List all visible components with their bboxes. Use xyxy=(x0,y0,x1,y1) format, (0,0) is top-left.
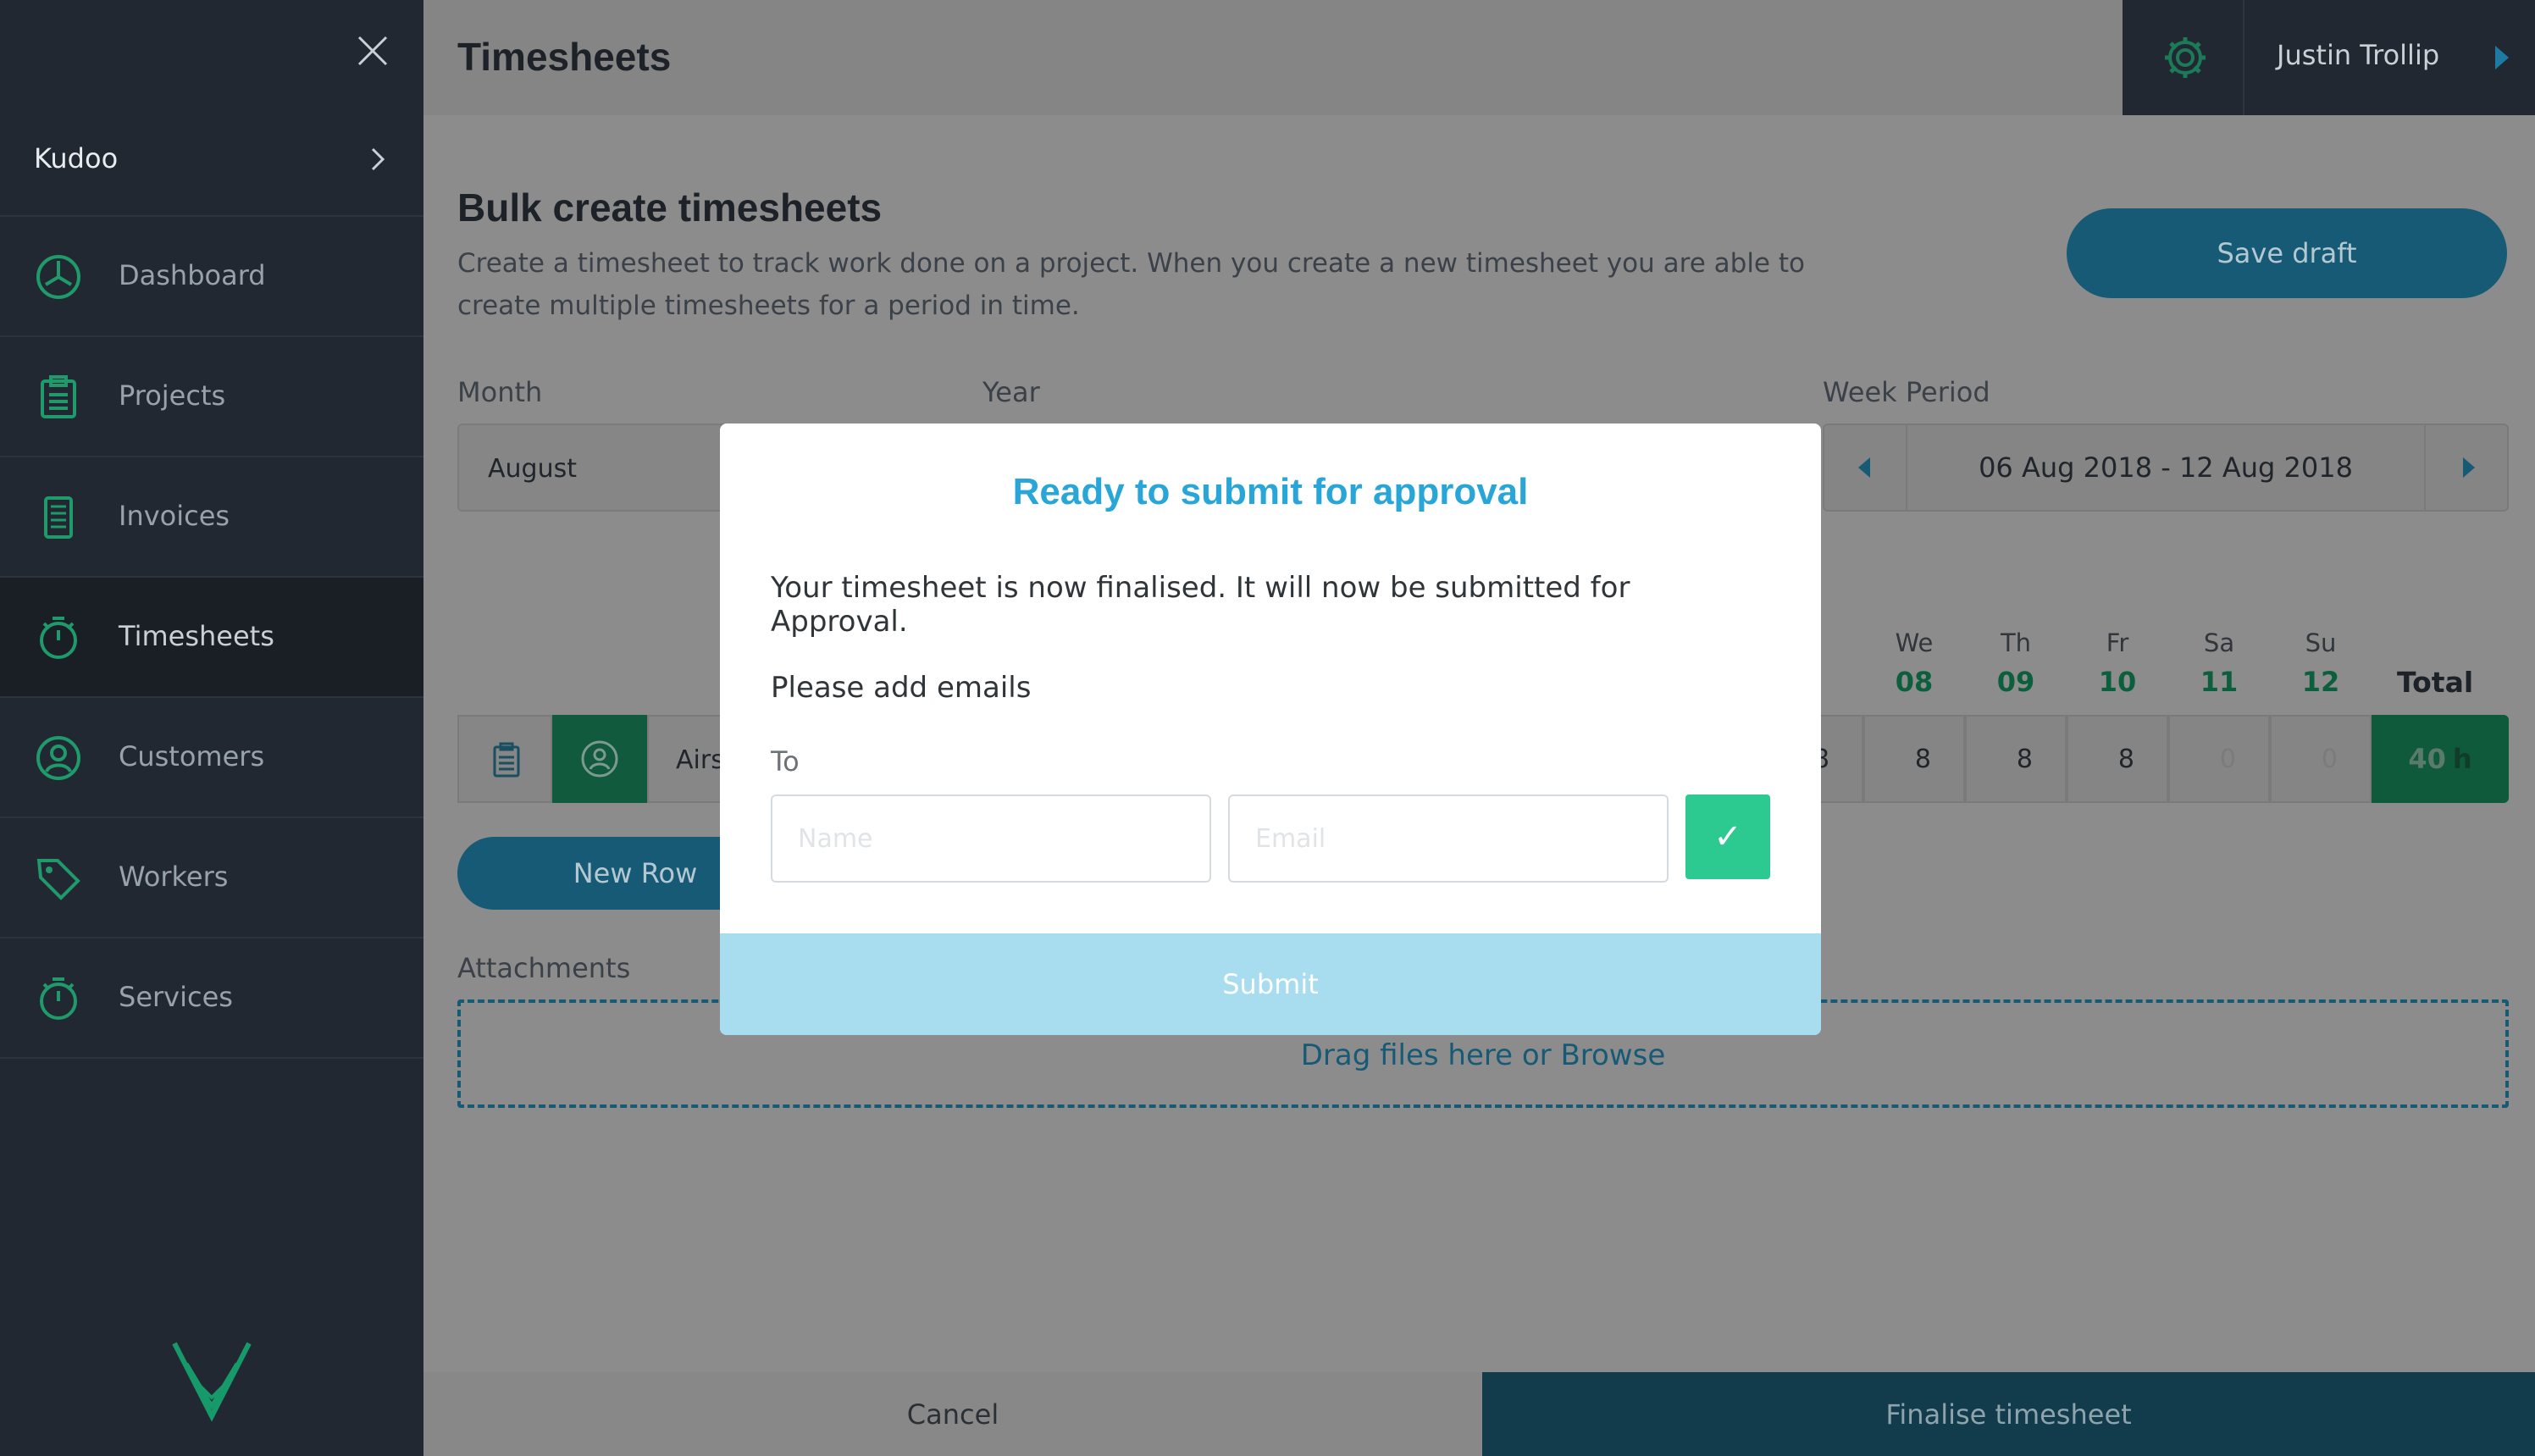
save-draft-button[interactable]: Save draft xyxy=(2067,208,2507,298)
project-name: Airs xyxy=(676,745,724,775)
section-title: Bulk create timesheets xyxy=(457,185,883,230)
section-description: Create a timesheet to track work done on… xyxy=(457,248,1805,321)
modal-title: Ready to submit for approval xyxy=(1012,471,1529,512)
modal-prompt: Please add emails xyxy=(771,671,1032,705)
sidebar-item-customers[interactable]: Customers xyxy=(0,698,423,818)
row-total-unit: h xyxy=(2452,743,2472,775)
chevron-right-icon xyxy=(363,142,393,176)
week-period-picker: 06 Aug 2018 - 12 Aug 2018 xyxy=(1823,424,2509,512)
sidebar-item-label: Dashboard xyxy=(119,259,266,291)
hours-input[interactable]: 8 xyxy=(1863,715,1965,803)
cancel-button[interactable]: Cancel xyxy=(423,1372,1482,1456)
name-input[interactable] xyxy=(771,794,1211,883)
user-name[interactable]: Justin Trollip xyxy=(2277,39,2439,71)
hours-input[interactable]: 8 xyxy=(1965,715,2067,803)
project-select-button[interactable] xyxy=(457,715,552,803)
tag-icon xyxy=(34,854,83,903)
submit-approval-modal: Ready to submit for approval Your timesh… xyxy=(720,424,1821,1035)
footer-actions: Cancel Finalise timesheet xyxy=(423,1372,2535,1456)
day-header: Sa 11 xyxy=(2200,628,2239,698)
clipboard-icon xyxy=(34,373,83,422)
modal-message: Your timesheet is now finalised. It will… xyxy=(771,571,1630,639)
day-header: We 08 xyxy=(1895,628,1934,698)
org-switcher[interactable]: Kudoo xyxy=(0,108,423,217)
dropzone-text: Drag files here or Browse xyxy=(1300,1038,1666,1072)
caret-right-icon xyxy=(2463,457,2475,478)
day-header: Th 09 xyxy=(1996,628,2035,698)
hours-input[interactable]: 8 xyxy=(2067,715,2168,803)
org-name: Kudoo xyxy=(34,142,119,174)
sidebar-item-timesheets[interactable]: Timesheets xyxy=(0,578,423,698)
stopwatch-icon xyxy=(34,974,83,1023)
top-right-panel: Justin Trollip xyxy=(2123,0,2535,115)
hours-input[interactable]: 0 xyxy=(2270,715,2372,803)
gear-icon[interactable] xyxy=(2161,34,2209,81)
close-icon[interactable] xyxy=(354,32,391,69)
sidebar-item-label: Projects xyxy=(119,379,226,412)
check-icon: ✓ xyxy=(1713,817,1742,856)
sidebar-item-label: Workers xyxy=(119,861,229,893)
week-period-label: Week Period xyxy=(1823,376,1990,408)
sidebar-item-invoices[interactable]: Invoices xyxy=(0,457,423,578)
sidebar-item-label: Timesheets xyxy=(119,620,274,652)
caret-left-icon xyxy=(1858,457,1870,478)
sidebar-item-projects[interactable]: Projects xyxy=(0,337,423,457)
stopwatch-icon xyxy=(34,613,83,662)
caret-right-icon[interactable] xyxy=(2495,46,2509,69)
month-label: Month xyxy=(457,376,543,408)
receipt-icon xyxy=(34,493,83,542)
next-week-button[interactable] xyxy=(2424,425,2507,510)
sidebar-item-label: Customers xyxy=(119,740,265,772)
sidebar-nav: Dashboard Projects Invoices Timesheets C… xyxy=(0,217,423,1059)
add-email-button[interactable]: ✓ xyxy=(1685,794,1770,879)
hours-input[interactable]: 0 xyxy=(2168,715,2270,803)
sidebar-item-workers[interactable]: Workers xyxy=(0,818,423,938)
sidebar-item-dashboard[interactable]: Dashboard xyxy=(0,217,423,337)
sidebar-item-label: Invoices xyxy=(119,500,230,532)
attachments-label: Attachments xyxy=(457,952,631,984)
worker-select-button[interactable] xyxy=(552,715,647,803)
divider xyxy=(2243,0,2244,115)
row-total-value: 40 xyxy=(2408,743,2446,775)
week-period-value: 06 Aug 2018 - 12 Aug 2018 xyxy=(1979,451,2353,484)
day-header: Su 12 xyxy=(2301,628,2340,698)
year-label: Year xyxy=(982,376,1040,408)
page-title: Timesheets xyxy=(457,35,672,79)
previous-week-button[interactable] xyxy=(1824,425,1907,510)
sidebar-item-services[interactable]: Services xyxy=(0,938,423,1059)
finalise-timesheet-button[interactable]: Finalise timesheet xyxy=(1482,1372,2535,1456)
to-label: To xyxy=(771,745,800,778)
dashboard-icon xyxy=(34,252,83,302)
total-header: Total xyxy=(2397,666,2474,699)
submit-button[interactable]: Submit xyxy=(720,933,1821,1035)
email-input[interactable] xyxy=(1228,794,1669,883)
sidebar-item-label: Services xyxy=(119,981,233,1013)
row-total: 40 h xyxy=(2372,715,2509,803)
sidebar: Kudoo Dashboard Projects Invoices Timesh… xyxy=(0,0,423,1456)
top-bar: Timesheets Justin Trollip xyxy=(423,0,2535,115)
day-header: Fr 10 xyxy=(2098,628,2137,698)
user-circle-icon xyxy=(34,734,83,783)
month-value: August xyxy=(488,454,577,484)
brand-logo xyxy=(168,1338,256,1423)
